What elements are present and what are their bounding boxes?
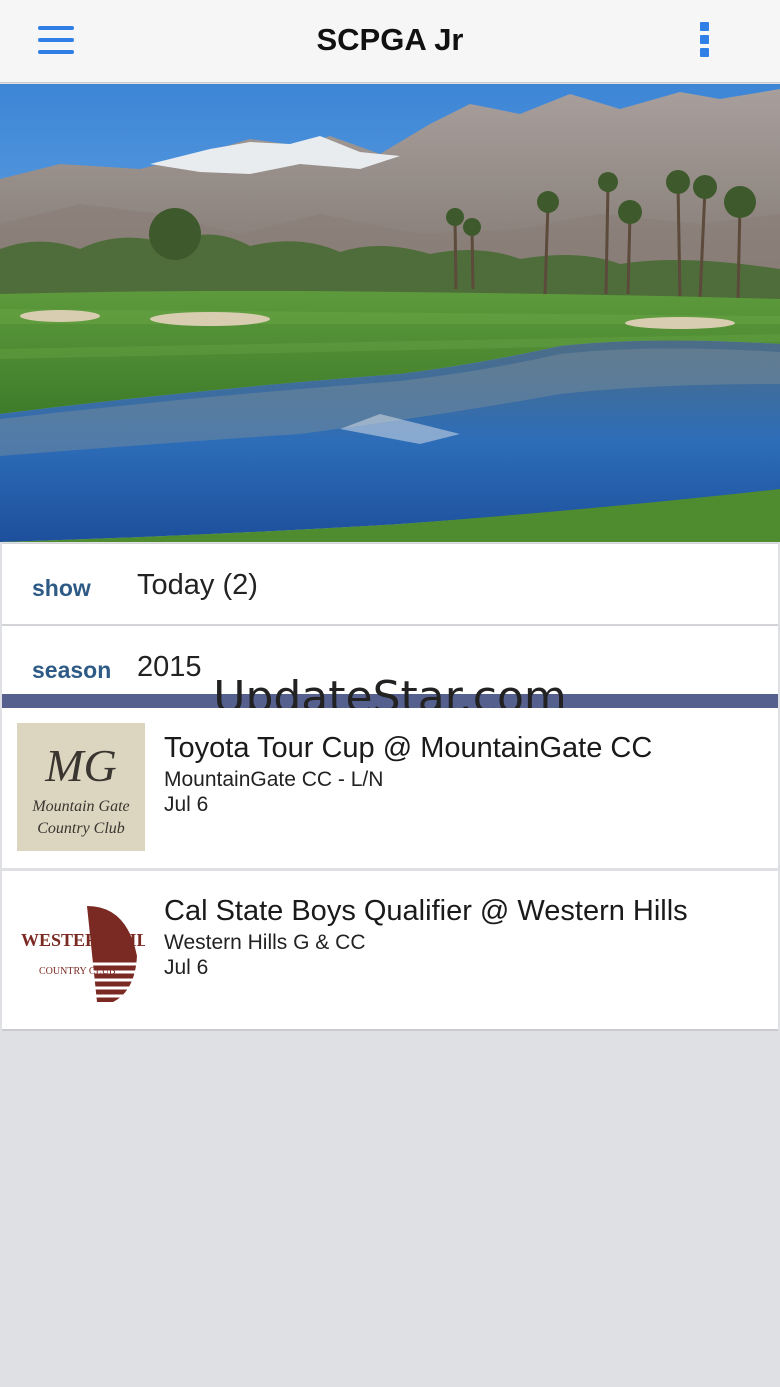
more-options-icon[interactable] [695,20,715,60]
event-title: Toyota Tour Cup @ MountainGate CC [164,732,653,764]
event-date: Jul 6 [164,956,209,979]
svg-text:COUNTRY CLUB: COUNTRY CLUB [39,966,116,977]
show-value: Today (2) [137,569,258,601]
svg-text:Country Club: Country Club [37,820,125,837]
hero-golf-course-image [0,84,780,542]
svg-text:Mountain Gate: Mountain Gate [31,798,129,815]
app-title: SCPGA Jr [316,22,464,57]
event-title: Cal State Boys Qualifier @ Western Hills [164,895,688,927]
navigation-bar: SCPGA Jr [0,0,780,83]
list-bottom-border [2,1029,778,1031]
svg-text:WESTERN HILLS: WESTERN HILLS [21,930,145,950]
event-list-item[interactable]: MG Mountain Gate Country Club Toyota Tou… [2,708,778,868]
show-filter-row[interactable]: show Today (2) [2,543,778,625]
mountaingate-logo: MG Mountain Gate Country Club [17,723,145,851]
event-venue: Western Hills G & CC [164,931,366,954]
svg-text:MG: MG [44,740,117,791]
event-date: Jul 6 [164,793,209,816]
show-label: show [32,575,91,601]
western-hills-logo: WESTERN HILLS COUNTRY CLUB [17,886,145,1014]
event-list-item[interactable]: WESTERN HILLS COUNTRY CLUB Cal State Boy… [2,871,778,1031]
event-venue: MountainGate CC - L/N [164,768,384,791]
